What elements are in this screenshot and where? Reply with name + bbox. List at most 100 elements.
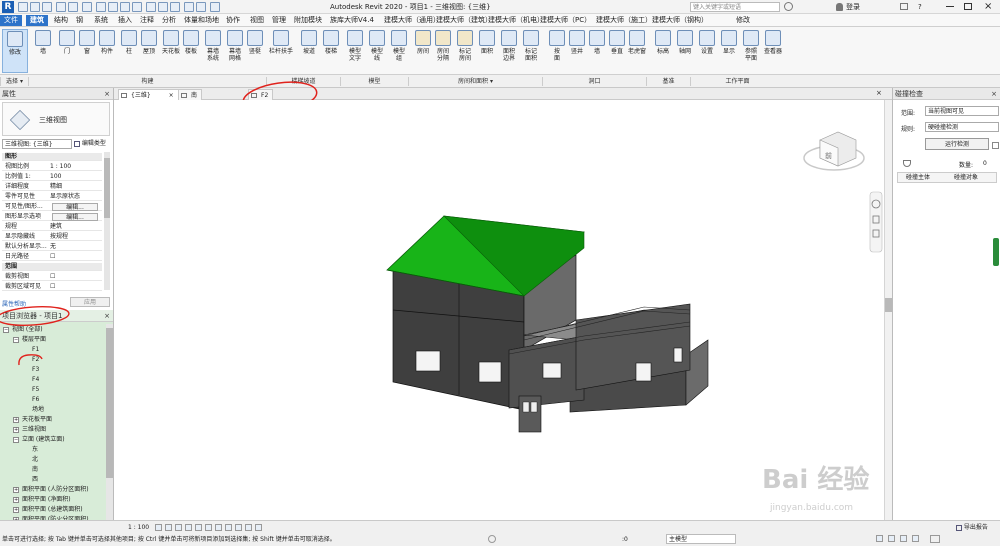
ribbon-tab-4[interactable]: 系统 [90,15,112,26]
property-value[interactable]: ☐ [50,283,55,291]
ribbon-tab-6[interactable]: 注释 [136,15,158,26]
rule-select[interactable]: 硬碰撞检测 [925,122,999,132]
ribbon-tab-18[interactable]: 建模大师（施工） [592,15,656,26]
visual-style-icon[interactable] [165,524,172,531]
browser-item[interactable]: 南 [32,465,38,474]
select-pinned-icon[interactable] [888,535,895,542]
customize-toolbar-icon[interactable] [210,2,220,12]
view-scale[interactable]: 1 : 100 [128,523,149,532]
ribbon-tab-20[interactable]: 修改 [732,15,754,26]
browser-item[interactable]: 西 [32,475,38,484]
3d-view-icon[interactable] [146,2,156,12]
redo-icon[interactable] [68,2,78,12]
close-tab-icon[interactable]: × [169,92,174,99]
ribbon-tab-13[interactable]: 族库大师V4.4 [326,15,378,26]
col-target[interactable]: 碰撞对象 [954,173,978,183]
search-input[interactable]: 键入关键字或短语 [690,2,780,12]
view-tab-3d[interactable]: {三维} × [118,89,179,100]
select-underlay-icon[interactable] [900,535,907,542]
property-value[interactable]: 100 [50,173,61,181]
ribbon-button-0[interactable]: 修改 [2,29,28,73]
view-cube[interactable]: 前 [803,131,865,171]
panel-scrollbar[interactable] [993,238,999,266]
drag-select-icon[interactable] [912,535,919,542]
browser-item[interactable]: 立面 (建筑立面) − [13,435,65,444]
undo-icon[interactable] [56,2,66,12]
maximize-button[interactable] [964,3,972,10]
ribbon-tab-2[interactable]: 结构 [50,15,72,26]
ribbon-tab-11[interactable]: 管理 [268,15,290,26]
browser-scrollbar[interactable] [106,324,113,520]
browser-item[interactable]: F5 [32,385,39,394]
user-icon[interactable] [836,3,843,11]
instance-selector[interactable]: 三维视图: {三维} [2,139,72,149]
print-icon[interactable] [82,2,92,12]
browser-item[interactable]: 面积平面 (净面积) + [13,495,71,504]
property-value[interactable]: 1 : 100 [50,163,71,171]
canvas-scrollbar[interactable] [884,100,892,520]
ribbon-button-11[interactable]: 竖梃 [242,29,268,73]
property-value[interactable]: 精细 [50,183,62,191]
select-links-icon[interactable] [876,535,883,542]
temp-hide-icon[interactable] [215,524,222,531]
close-icon[interactable]: × [104,310,110,322]
expand-toggle-icon[interactable]: + [13,427,19,433]
open-icon[interactable] [18,2,28,12]
revit-logo[interactable]: R [2,1,14,13]
lock-view-icon[interactable] [235,524,242,531]
ribbon-tab-1[interactable]: 建筑 [26,15,48,26]
ribbon-button-28[interactable]: 老虎窗 [624,29,650,73]
close-hidden-icon[interactable] [184,2,194,12]
browser-item[interactable]: 场地 [32,405,44,414]
panel-label-4[interactable]: 房间和面积 ▾ [408,77,542,86]
ribbon-tab-12[interactable]: 附加模块 [290,15,326,26]
browser-item[interactable]: 面积平面 (人防分区面积) + [13,485,89,494]
expand-toggle-icon[interactable]: − [13,437,19,443]
ribbon-button-34[interactable]: 查看器 [760,29,786,73]
measure-icon[interactable] [96,2,106,12]
login-link[interactable]: 登录 [846,2,860,12]
ribbon-tab-9[interactable]: 协作 [222,15,244,26]
help-button[interactable]: ? [918,2,922,12]
tag-icon[interactable] [120,2,130,12]
close-button[interactable]: × [984,1,992,12]
ribbon-tab-5[interactable]: 插入 [114,15,136,26]
expand-toggle-icon[interactable]: + [13,487,19,493]
text-icon[interactable] [132,2,142,12]
minimize-button[interactable] [946,6,954,7]
scope-select[interactable]: 当前视图可见 [925,106,999,116]
save-icon[interactable] [30,2,40,12]
design-option-select[interactable]: 主模型 [666,534,736,544]
expand-toggle-icon[interactable]: − [13,337,19,343]
properties-scrollbar[interactable] [104,152,110,290]
ribbon-tab-17[interactable]: 建模大师（PC） [536,15,595,26]
ribbon-tab-19[interactable]: 建模大师（钢构） [648,15,712,26]
apply-button[interactable]: 应用 [70,297,110,307]
drawing-canvas[interactable]: 前 Bai 经验 jingyan.baidu.com [114,100,884,520]
property-value[interactable]: ☐ [50,273,55,281]
worksets-icon[interactable] [488,535,496,543]
property-value[interactable]: 显示原状态 [50,193,80,201]
navigation-bar[interactable] [869,191,883,253]
reveal-hidden-icon[interactable] [225,524,232,531]
panel-label-0[interactable]: 选择 ▾ [0,77,28,86]
crop-icon[interactable] [205,524,212,531]
browser-item[interactable]: 天花板平面 + [13,415,52,424]
property-value[interactable]: 按规程 [50,233,68,241]
sync-icon[interactable] [42,2,52,12]
ribbon-button-1[interactable]: 墙 [30,29,56,73]
property-value[interactable]: 建筑 [50,223,62,231]
view-tab-south[interactable]: 南 [178,89,203,100]
filter-icon[interactable] [903,160,911,167]
property-value[interactable]: ☐ [50,253,55,261]
expand-toggle-icon[interactable]: + [13,417,19,423]
filter-count[interactable] [930,535,940,543]
property-group[interactable]: 范围 [2,263,102,271]
browser-item[interactable]: 东 [32,445,38,454]
search-icon[interactable] [784,2,793,11]
property-value[interactable]: 无 [50,243,56,251]
shadows-icon[interactable] [185,524,192,531]
ribbon-tab-7[interactable]: 分析 [158,15,180,26]
cart-icon[interactable] [900,3,908,10]
close-icon[interactable]: × [991,88,997,100]
